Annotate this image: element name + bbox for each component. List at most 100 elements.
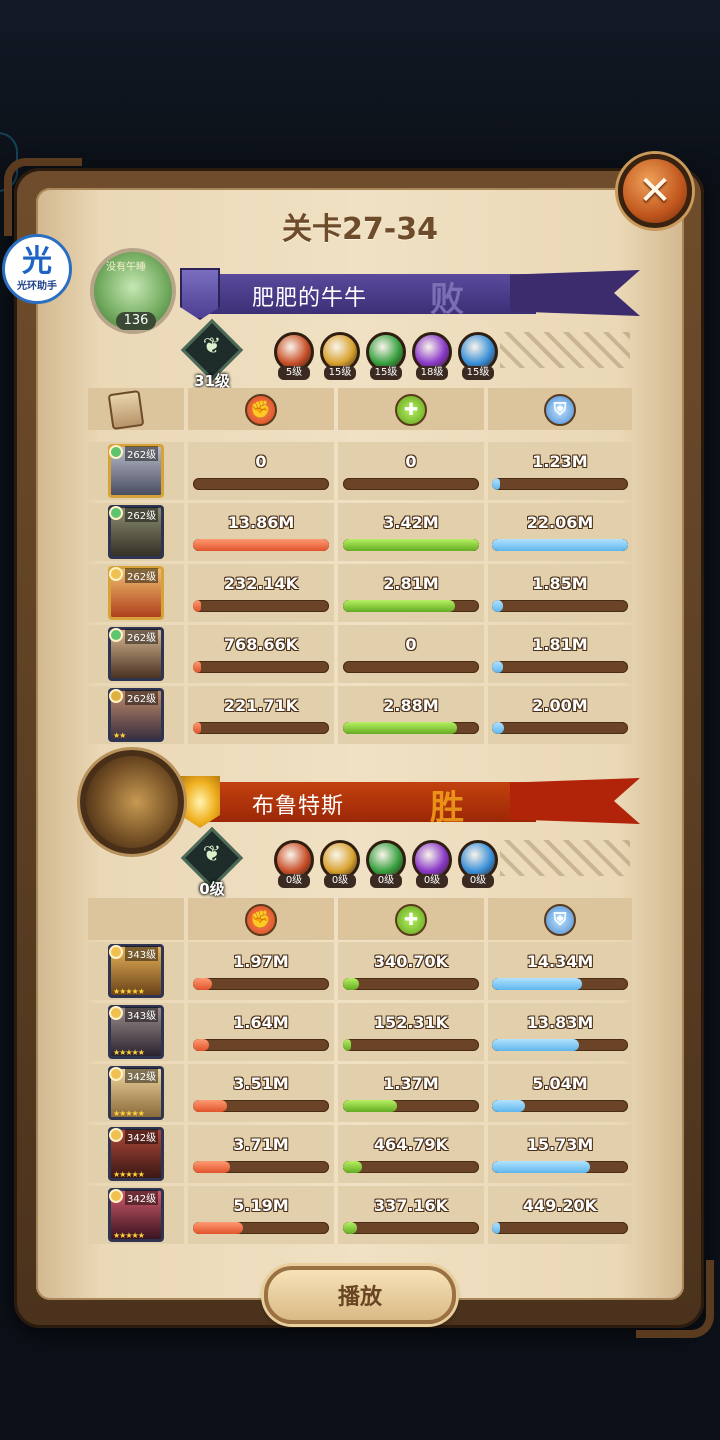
shield-bar <box>492 1222 628 1234</box>
hero-portrait[interactable]: 342级 ★★★★★ <box>108 1066 164 1120</box>
heal-value: 1.37M <box>383 1074 439 1093</box>
heal-bar <box>343 600 479 612</box>
heal-value: 0 <box>405 452 417 471</box>
hero-faction-gem-icon <box>109 1067 123 1081</box>
hero-stars: ★★★★★ <box>113 1170 145 1179</box>
faction-level: 5级 <box>278 366 310 380</box>
faction-bonus[interactable]: 18级 <box>412 332 452 380</box>
hero-stat-row: 262级 ★★ 221.71K 2.88M 2.00M <box>88 686 632 744</box>
hero-stat-row: 343级 ★★★★★ 1.64M 152.31K 13.83M <box>88 1003 632 1061</box>
hero-portrait[interactable]: 262级 <box>108 505 164 559</box>
shield-bar-fill <box>492 978 582 990</box>
hero-portrait[interactable]: 262级 ★★ <box>108 688 164 742</box>
hero-portrait[interactable]: 262级 <box>108 566 164 620</box>
faction-bonus[interactable]: 5级 <box>274 332 314 380</box>
shield-bar <box>492 978 628 990</box>
shield-bar <box>492 539 628 551</box>
hero-level: 342级 <box>125 1129 159 1144</box>
damage-bar <box>193 600 329 612</box>
shield-bar-fill <box>492 1161 590 1173</box>
shield-value: 14.34M <box>526 952 594 971</box>
winning-team-level: ❦ 0级 <box>180 826 244 898</box>
hero-level: 262级 <box>125 446 159 461</box>
hero-faction-gem-icon <box>109 506 123 520</box>
hero-level: 262级 <box>125 629 159 644</box>
enemy-boss-avatar[interactable] <box>80 750 184 854</box>
shield-bar <box>492 478 628 490</box>
heal-value: 2.81M <box>383 574 439 593</box>
player-avatar[interactable]: 没有午睡 136 <box>90 248 176 334</box>
hero-stat-row: 262级 232.14K 2.81M 1.85M <box>88 564 632 622</box>
shield-icon: ⛨ <box>544 394 576 426</box>
scroll-icon[interactable] <box>107 389 145 431</box>
halo-assistant-badge[interactable]: 光 光环助手 <box>2 234 72 304</box>
faction-bonus[interactable]: 15级 <box>458 332 498 380</box>
hero-stat-row: 343级 ★★★★★ 1.97M 340.70K 14.34M <box>88 942 632 1000</box>
faction-bonus[interactable]: 0级 <box>274 840 314 888</box>
winning-team-name: 布鲁特斯 <box>252 794 345 819</box>
heal-icon: ✚ <box>395 394 427 426</box>
faction-bonus[interactable]: 0级 <box>412 840 452 888</box>
faction-bonus[interactable]: 15级 <box>320 332 360 380</box>
result-lose-label: 败 <box>430 280 464 320</box>
heal-icon: ✚ <box>395 904 427 936</box>
faction-level: 18级 <box>416 366 448 380</box>
damage-icon: ✊ <box>245 394 277 426</box>
hero-portrait[interactable]: 342级 ★★★★★ <box>108 1188 164 1242</box>
damage-value: 1.97M <box>233 952 289 971</box>
hero-stars: ★★★★★ <box>113 1231 145 1240</box>
losing-team-level: ❦ 31级 <box>180 318 244 390</box>
player-avatar-level: 136 <box>116 312 156 330</box>
heal-bar-fill <box>343 1161 363 1173</box>
damage-value: 0 <box>255 452 267 471</box>
hero-portrait[interactable]: 262级 <box>108 444 164 498</box>
damage-value: 232.14K <box>223 574 299 593</box>
shield-bar-fill <box>492 539 628 551</box>
heal-bar <box>343 478 479 490</box>
hero-faction-gem-icon <box>109 945 123 959</box>
losing-stats-header: ✊ ✚ ⛨ <box>88 388 632 431</box>
heal-value: 2.88M <box>383 696 439 715</box>
damage-bar <box>193 1222 329 1234</box>
faction-level: 0级 <box>324 874 356 888</box>
hero-portrait[interactable]: 262级 <box>108 627 164 681</box>
hero-stars: ★★ <box>113 731 126 740</box>
hero-faction-gem-icon <box>109 1128 123 1142</box>
faction-level: 15级 <box>462 366 494 380</box>
close-button[interactable]: ✕ <box>618 154 692 228</box>
faction-bonus[interactable]: 15级 <box>366 332 406 380</box>
damage-value: 1.64M <box>233 1013 289 1032</box>
damage-bar-fill <box>193 1039 210 1051</box>
damage-icon: ✊ <box>245 904 277 936</box>
faction-bonus[interactable]: 0级 <box>320 840 360 888</box>
shield-value: 2.00M <box>532 696 588 715</box>
damage-bar-fill <box>193 539 329 551</box>
losing-team-banner: 肥肥的牛牛 败 <box>180 268 640 320</box>
damage-bar-fill <box>193 600 201 612</box>
shield-bar-fill <box>492 1222 500 1234</box>
hero-portrait[interactable]: 343级 ★★★★★ <box>108 1005 164 1059</box>
hero-level: 342级 <box>125 1068 159 1083</box>
heal-bar-fill <box>343 1100 398 1112</box>
hero-portrait[interactable]: 342级 ★★★★★ <box>108 1127 164 1181</box>
play-button[interactable]: 播放 <box>264 1266 456 1324</box>
heal-bar <box>343 722 479 734</box>
hero-level: 343级 <box>125 946 159 961</box>
hero-portrait[interactable]: 343级 ★★★★★ <box>108 944 164 998</box>
shield-bar <box>492 1161 628 1173</box>
heal-bar-fill <box>343 722 458 734</box>
shield-bar-fill <box>492 478 501 490</box>
hero-faction-gem-icon <box>109 1006 123 1020</box>
damage-value: 221.71K <box>223 696 299 715</box>
damage-bar <box>193 1100 329 1112</box>
banner-tail <box>510 778 640 824</box>
faction-bonus[interactable]: 0级 <box>458 840 498 888</box>
shield-value: 15.73M <box>526 1135 594 1154</box>
heal-bar <box>343 539 479 551</box>
play-button-label: 播放 <box>337 1285 382 1310</box>
heal-value: 152.31K <box>373 1013 449 1032</box>
damage-value: 768.66K <box>223 635 299 654</box>
damage-value: 3.51M <box>233 1074 289 1093</box>
faction-bonus[interactable]: 0级 <box>366 840 406 888</box>
shield-value: 449.20K <box>522 1196 598 1215</box>
